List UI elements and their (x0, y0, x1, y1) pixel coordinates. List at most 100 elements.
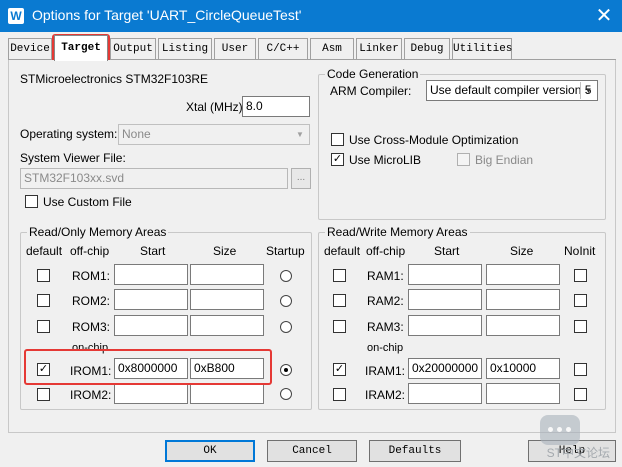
keil-app-icon: W (8, 8, 24, 24)
irom2-startup-radio[interactable] (280, 388, 292, 400)
ram-header-size: Size (510, 244, 534, 258)
arm-compiler-select[interactable]: Use default compiler version 5 ▼ (426, 80, 598, 101)
cross-module-checkbox[interactable] (331, 133, 344, 146)
ram2-size-input[interactable] (486, 289, 560, 310)
os-select[interactable]: None ▼ (118, 124, 310, 145)
tab-listing[interactable]: Listing (158, 38, 212, 60)
rom-header-startup: Startup (266, 244, 305, 258)
rom-header-start: Start (140, 244, 166, 258)
rom3-default-checkbox[interactable] (37, 320, 50, 333)
ram1-start-input[interactable] (408, 264, 482, 285)
ram-header-default: default (324, 244, 361, 258)
ram2-noinit-checkbox[interactable] (574, 294, 587, 307)
title-bar: W Options for Target 'UART_CircleQueueTe… (0, 0, 622, 32)
ok-button[interactable]: OK (165, 440, 255, 462)
iram1-size-input[interactable]: 0x10000 (486, 358, 560, 379)
check-icon: ✓ (334, 363, 345, 375)
ram3-label: RAM3: (367, 320, 404, 334)
ram2-default-checkbox[interactable] (333, 294, 346, 307)
tab-linker[interactable]: Linker (356, 38, 402, 60)
rom-group-title: Read/Only Memory Areas (27, 225, 169, 239)
defaults-button[interactable]: Defaults (369, 440, 461, 462)
iram2-default-checkbox[interactable] (333, 388, 346, 401)
iram2-noinit-checkbox[interactable] (574, 388, 587, 401)
forum-watermark: ST中文论坛 (540, 415, 610, 461)
rom3-startup-radio[interactable] (280, 321, 292, 333)
device-name: STMicroelectronics STM32F103RE (20, 72, 209, 86)
tab-output[interactable]: Output (110, 38, 156, 60)
irom1-label: IROM1: (70, 364, 112, 378)
ram3-noinit-checkbox[interactable] (574, 320, 587, 333)
ram2-label: RAM2: (367, 294, 404, 308)
xtal-input[interactable]: 8.0 (242, 96, 310, 117)
watermark-text: ST中文论坛 (546, 446, 610, 460)
rom1-size-input[interactable] (190, 264, 264, 285)
big-endian-checkbox[interactable] (457, 153, 470, 166)
ram-header-offchip: off-chip (366, 244, 406, 258)
rom2-startup-radio[interactable] (280, 295, 292, 307)
irom1-start-input[interactable]: 0x8000000 (114, 358, 188, 379)
tab-debug[interactable]: Debug (404, 38, 450, 60)
rom2-start-input[interactable] (114, 289, 188, 310)
tab-utilities[interactable]: Utilities (452, 38, 512, 60)
ram-header-noinit: NoInit (564, 244, 596, 258)
iram1-label: IRAM1: (365, 364, 406, 378)
irom1-startup-radio[interactable] (280, 364, 292, 376)
irom1-size-input[interactable]: 0xB800 (190, 358, 264, 379)
microlib-label: Use MicroLIB (349, 153, 422, 167)
irom2-label: IROM2: (70, 388, 112, 402)
svd-label: System Viewer File: (20, 151, 126, 165)
ram-group-title: Read/Write Memory Areas (325, 225, 470, 239)
code-generation-title: Code Generation (325, 67, 421, 81)
iram1-default-checkbox[interactable]: ✓ (333, 363, 346, 376)
rom2-size-input[interactable] (190, 289, 264, 310)
big-endian-label: Big Endian (475, 153, 534, 167)
check-icon: ✓ (332, 153, 343, 165)
rom2-default-checkbox[interactable] (37, 294, 50, 307)
chevron-down-icon: ▼ (580, 82, 596, 99)
microlib-checkbox[interactable]: ✓ (331, 153, 344, 166)
rom-header-default: default (26, 244, 63, 258)
ram1-size-input[interactable] (486, 264, 560, 285)
ram1-label: RAM1: (367, 269, 404, 283)
use-custom-file-checkbox[interactable] (25, 195, 38, 208)
rom3-size-input[interactable] (190, 315, 264, 336)
ram1-default-checkbox[interactable] (333, 269, 346, 282)
irom2-start-input[interactable] (114, 383, 188, 404)
rom3-start-input[interactable] (114, 315, 188, 336)
svd-input[interactable]: STM32F103xx.svd (20, 168, 288, 189)
ram2-start-input[interactable] (408, 289, 482, 310)
ram3-start-input[interactable] (408, 315, 482, 336)
tab-target[interactable]: Target (54, 35, 108, 61)
irom1-default-checkbox[interactable]: ✓ (37, 363, 50, 376)
tab-device[interactable]: Device (8, 38, 52, 60)
rom1-start-input[interactable] (114, 264, 188, 285)
ram1-noinit-checkbox[interactable] (574, 269, 587, 282)
os-select-value: None (122, 127, 151, 141)
irom2-size-input[interactable] (190, 383, 264, 404)
iram2-size-input[interactable] (486, 383, 560, 404)
tab-c-cpp[interactable]: C/C++ (258, 38, 308, 60)
rom1-default-checkbox[interactable] (37, 269, 50, 282)
arm-compiler-value: Use default compiler version 5 (430, 83, 592, 97)
cancel-button[interactable]: Cancel (267, 440, 357, 462)
os-label: Operating system: (20, 127, 118, 141)
svd-browse-button[interactable]: ... (291, 168, 311, 189)
rom-header-size: Size (213, 244, 237, 258)
check-icon: ✓ (38, 363, 49, 375)
irom2-default-checkbox[interactable] (37, 388, 50, 401)
tab-user[interactable]: User (214, 38, 256, 60)
close-icon[interactable]: ✕ (592, 4, 616, 28)
iram1-noinit-checkbox[interactable] (574, 363, 587, 376)
iram1-start-input[interactable]: 0x20000000 (408, 358, 482, 379)
tab-asm[interactable]: Asm (310, 38, 354, 60)
ram3-default-checkbox[interactable] (333, 320, 346, 333)
radio-selected-dot (284, 368, 288, 372)
iram2-start-input[interactable] (408, 383, 482, 404)
rom-onchip-label: on-chip (72, 342, 109, 354)
ram3-size-input[interactable] (486, 315, 560, 336)
rom1-startup-radio[interactable] (280, 270, 292, 282)
xtal-label: Xtal (MHz): (186, 100, 246, 114)
iram2-label: IRAM2: (365, 388, 406, 402)
arm-compiler-label: ARM Compiler: (330, 84, 412, 98)
